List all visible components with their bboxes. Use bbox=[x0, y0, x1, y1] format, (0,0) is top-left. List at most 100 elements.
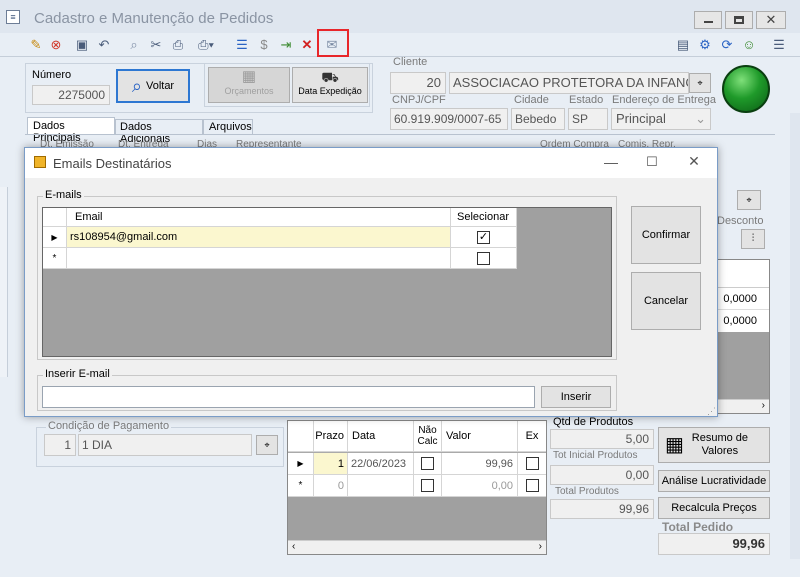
condicao-code-field[interactable]: 1 bbox=[44, 434, 76, 456]
emails-grid: Email Selecionar ▶ rs108954@gmail.com ✓ … bbox=[42, 207, 612, 357]
print-icon[interactable]: ⎙ bbox=[170, 37, 186, 53]
representante-lookup-button[interactable]: ⌖ bbox=[737, 190, 761, 210]
recalcula-precos-button[interactable]: Recalcula Preços bbox=[658, 497, 770, 519]
confirmar-button[interactable]: Confirmar bbox=[631, 206, 701, 264]
status-indicator bbox=[722, 65, 770, 113]
nao-calc-checkbox[interactable] bbox=[421, 457, 434, 470]
analise-lucratividade-button[interactable]: Análise Lucratividade bbox=[658, 470, 770, 492]
email-icon[interactable]: ✉ bbox=[324, 37, 340, 53]
maximize-icon: ☐ bbox=[646, 154, 658, 169]
scroll-right-button[interactable]: › bbox=[717, 399, 769, 413]
resize-grip-icon[interactable]: ⋰ bbox=[707, 406, 716, 417]
total-produtos-label: Total Produtos bbox=[555, 486, 619, 497]
save-icon[interactable]: ▣ bbox=[74, 37, 90, 53]
numero-field[interactable]: 2275000 bbox=[32, 85, 110, 105]
printer-dropdown-icon[interactable]: ⎙▾ bbox=[198, 37, 214, 53]
condicao-value-field[interactable]: 1 DIA bbox=[78, 434, 252, 456]
binoculars-icon: ⌖ bbox=[264, 440, 270, 450]
estado-field[interactable]: SP bbox=[568, 108, 608, 130]
resumo-valores-button[interactable]: ▦ Resumo de Valores bbox=[658, 427, 770, 463]
delete-icon[interactable]: ✕ bbox=[299, 37, 315, 53]
refresh-icon[interactable]: ⟳ bbox=[719, 37, 735, 53]
dialog-title: Emails Destinatários bbox=[53, 156, 172, 171]
orcamentos-label: Orçamentos bbox=[224, 86, 274, 96]
col-email: Email bbox=[67, 208, 451, 227]
new-row-icon: * bbox=[43, 248, 67, 269]
col-prazo: Prazo bbox=[314, 421, 348, 452]
inserir-email-input[interactable] bbox=[42, 386, 535, 408]
numero-label: Número bbox=[32, 69, 72, 81]
voltar-button[interactable]: ⌕ Voltar bbox=[116, 69, 190, 103]
row-valor[interactable]: 99,96 bbox=[442, 453, 518, 475]
row-prazo[interactable]: 0 bbox=[314, 475, 348, 497]
table-row[interactable]: * 0 0,00 bbox=[288, 475, 546, 497]
inserir-group-label: Inserir E-mail bbox=[43, 368, 112, 380]
nao-calc-checkbox[interactable] bbox=[421, 479, 434, 492]
cidade-label: Cidade bbox=[514, 94, 549, 106]
dialog-maximize-button[interactable]: ☐ bbox=[643, 154, 661, 170]
edit-icon[interactable]: ✎ bbox=[28, 37, 44, 53]
dialog-app-icon bbox=[34, 156, 46, 168]
search-icon[interactable]: ⌕ bbox=[126, 37, 142, 53]
emails-grid-header: Email Selecionar bbox=[43, 208, 517, 227]
selecionar-checkbox[interactable] bbox=[477, 251, 490, 265]
window-app-icon: ≡ bbox=[6, 10, 20, 24]
tab-arquivos[interactable]: Arquivos bbox=[203, 119, 253, 135]
user-icon[interactable]: ☺ bbox=[741, 37, 757, 53]
installments-scrollbar[interactable]: ‹ › bbox=[288, 540, 546, 554]
cliente-name-field[interactable]: ASSOCIACAO PROTETORA DA INFANC bbox=[449, 72, 689, 94]
row-valor[interactable]: 0,00 bbox=[442, 475, 518, 497]
cut-icon[interactable]: ✂ bbox=[148, 37, 164, 53]
list-icon[interactable]: ☰ bbox=[234, 37, 250, 53]
binoculars-icon: ⌖ bbox=[697, 78, 703, 88]
desconto-label: Desconto bbox=[717, 215, 764, 227]
undo-icon[interactable]: ↶ bbox=[96, 37, 112, 53]
endereco-select[interactable]: Principal ⌄ bbox=[611, 108, 711, 130]
minimize-button[interactable] bbox=[694, 11, 722, 29]
col-data: Data bbox=[348, 421, 414, 452]
total-pedido-field: 99,96 bbox=[658, 533, 770, 555]
right-panel-edge bbox=[790, 113, 800, 559]
import-icon[interactable]: ⇥ bbox=[278, 37, 294, 53]
menu-icon[interactable]: ☰ bbox=[771, 37, 787, 53]
dialog-minimize-button[interactable]: — bbox=[601, 154, 621, 170]
dialog-close-button[interactable]: ✕ bbox=[685, 153, 703, 169]
table-row[interactable]: ▶ rs108954@gmail.com ✓ bbox=[43, 227, 517, 248]
cancelar-button[interactable]: Cancelar bbox=[631, 272, 701, 330]
magnifier-icon: ⌕ bbox=[131, 75, 142, 96]
ex-checkbox[interactable] bbox=[525, 457, 539, 470]
row-data[interactable]: 22/06/2023 bbox=[348, 453, 414, 475]
scroll-left-icon[interactable]: ‹ bbox=[292, 541, 295, 554]
condicao-lookup-button[interactable]: ⌖ bbox=[256, 435, 278, 455]
inserir-button[interactable]: Inserir bbox=[541, 386, 611, 408]
table-row[interactable]: * bbox=[43, 248, 517, 269]
window-list-icon[interactable]: ▤ bbox=[675, 37, 691, 53]
selecionar-checkbox[interactable]: ✓ bbox=[477, 230, 490, 244]
table-row[interactable]: ▶ 1 22/06/2023 99,96 bbox=[288, 453, 546, 475]
cidade-field[interactable]: Bebedo bbox=[511, 108, 565, 130]
ex-checkbox[interactable] bbox=[525, 479, 539, 492]
cliente-code-field[interactable]: 20 bbox=[390, 72, 446, 94]
cancel-icon[interactable]: ⊗ bbox=[48, 37, 64, 53]
cnpj-field[interactable]: 60.919.909/0007-65 bbox=[390, 108, 508, 130]
tab-dados-adicionais[interactable]: Dados Adicionais bbox=[115, 119, 203, 145]
cliente-lookup-button[interactable]: ⌖ bbox=[689, 73, 711, 93]
tab-dados-principais[interactable]: Dados Principais bbox=[27, 117, 115, 144]
row-email[interactable]: rs108954@gmail.com bbox=[67, 227, 451, 248]
desconto-button[interactable]: ⫶ bbox=[741, 229, 765, 249]
scroll-right-icon[interactable]: › bbox=[539, 541, 542, 554]
row-email-empty[interactable] bbox=[67, 248, 451, 269]
maximize-button[interactable] bbox=[725, 11, 753, 29]
data-expedicao-button[interactable]: ⛟ Data Expedição bbox=[292, 67, 368, 103]
chevron-down-icon: ⌄ bbox=[695, 111, 706, 126]
estado-label: Estado bbox=[569, 94, 604, 106]
row-data[interactable] bbox=[348, 475, 414, 497]
binoculars-icon: ⌖ bbox=[746, 195, 752, 205]
items-grid: 0,0000 0,0000 › bbox=[716, 259, 770, 414]
row-prazo[interactable]: 1 bbox=[314, 453, 348, 475]
orcamentos-button[interactable]: ▦ Orçamentos bbox=[208, 67, 290, 103]
items-value-2: 0,0000 bbox=[717, 310, 769, 332]
close-button[interactable]: ✕ bbox=[756, 11, 786, 29]
money-icon[interactable]: $ bbox=[256, 37, 272, 53]
settings-icon[interactable]: ⚙ bbox=[697, 37, 713, 53]
